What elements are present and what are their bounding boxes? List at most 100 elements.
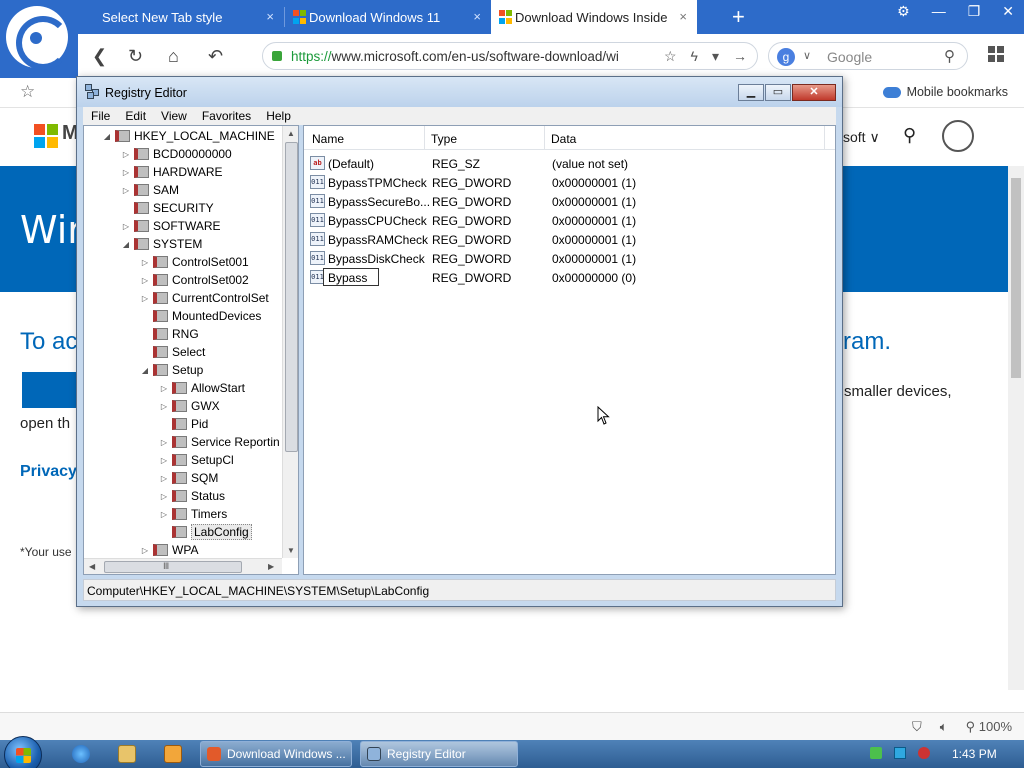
page-action-button[interactable] <box>22 372 82 408</box>
column-type[interactable]: Type <box>431 132 457 146</box>
scroll-down-icon[interactable]: ▼ <box>287 546 295 555</box>
chevron-down-icon[interactable]: ∨ <box>803 49 811 62</box>
browser-logo-icon[interactable] <box>6 6 70 70</box>
speaker-icon[interactable]: 🔈︎ <box>940 719 948 735</box>
network-icon[interactable] <box>870 747 882 759</box>
table-row[interactable]: ab (Default) REG_SZ (value not set) <box>304 154 835 173</box>
microsoft-logo-icon[interactable] <box>34 124 58 148</box>
tree-item[interactable]: ▷ GWX <box>159 397 220 415</box>
lightning-icon[interactable]: ϟ <box>691 48 698 65</box>
star-icon[interactable]: ☆ <box>664 48 677 65</box>
menu-file[interactable]: File <box>83 107 117 125</box>
tab-close-icon[interactable]: × <box>679 9 687 24</box>
internet-explorer-icon[interactable] <box>72 745 90 763</box>
zoom-indicator[interactable]: ⚲ 100% <box>966 719 1012 735</box>
table-row[interactable]: 011 BypassDiskCheck REG_DWORD 0x00000001 (1… <box>304 249 835 268</box>
search-icon[interactable]: ⚲ <box>903 125 916 146</box>
tree-item[interactable]: ▷ HARDWARE <box>121 163 223 181</box>
tree-item[interactable]: ▷ BCD00000000 <box>121 145 232 163</box>
new-tab-button[interactable]: + <box>732 4 745 30</box>
column-name[interactable]: Name <box>312 132 344 146</box>
expander-icon[interactable]: ▷ <box>159 438 169 447</box>
table-row[interactable]: 011 BypassSecureBo... REG_DWORD 0x00000001 … <box>304 192 835 211</box>
search-engine-icon[interactable]: g <box>777 48 795 66</box>
expander-icon[interactable]: ◢ <box>140 366 150 375</box>
table-row[interactable]: 011 BypassCPUCheck REG_DWORD 0x00000001 (1) <box>304 211 835 230</box>
record-icon[interactable] <box>918 747 930 759</box>
tree-item[interactable]: ▷ AllowStart <box>159 379 245 397</box>
go-arrow-icon[interactable]: → <box>733 48 747 65</box>
expander-icon[interactable]: ▷ <box>159 384 169 393</box>
media-player-icon[interactable] <box>164 745 182 763</box>
scroll-left-icon[interactable]: ◀ <box>89 562 95 571</box>
maximize-button[interactable]: ▭ <box>765 84 791 101</box>
address-bar[interactable]: https://www.microsoft.com/en-us/software… <box>262 42 758 70</box>
tree-item[interactable]: ▷ Status <box>159 487 225 505</box>
expander-icon[interactable]: ▷ <box>121 222 131 231</box>
tree-item[interactable]: Select <box>140 343 205 361</box>
bookmark-star-icon[interactable]: ☆ <box>20 82 35 102</box>
url-text[interactable]: https://www.microsoft.com/en-us/software… <box>291 49 651 64</box>
expander-icon[interactable]: ▷ <box>121 186 131 195</box>
home-icon[interactable]: ⌂ <box>168 46 179 67</box>
all-microsoft-menu[interactable]: soft ∨ <box>843 129 880 146</box>
tab-download-windows-insider[interactable]: Download Windows Inside × <box>491 0 697 34</box>
tree-item[interactable]: ◢ Setup <box>140 361 203 379</box>
tree-horizontal-scrollbar[interactable]: ◀ Ⅲ ▶ <box>84 558 282 574</box>
scrollbar-thumb[interactable] <box>1011 178 1021 378</box>
tree-item[interactable]: ▷ WPA <box>140 541 199 559</box>
expander-icon[interactable]: ▷ <box>140 276 150 285</box>
menu-favorites[interactable]: Favorites <box>194 107 258 125</box>
close-button[interactable]: ✕ <box>792 84 836 101</box>
table-row[interactable]: 011 BypassRAMCheck REG_DWORD 0x00000001 (1) <box>304 230 835 249</box>
tab-select-new-tab-style[interactable]: Select New Tab style × <box>78 0 284 34</box>
rename-input[interactable]: Bypass <box>323 268 379 286</box>
expander-icon[interactable]: ▷ <box>159 492 169 501</box>
search-box[interactable]: g ∨ Google ⚲ <box>768 42 968 70</box>
tree-item[interactable]: ◢ HKEY_LOCAL_MACHINE <box>102 127 275 145</box>
tree-item[interactable]: Pid <box>159 415 208 433</box>
tree-item[interactable]: ▷ SQM <box>159 469 218 487</box>
tab-download-windows-11[interactable]: Download Windows 11 × <box>285 0 491 34</box>
tab-close-icon[interactable]: × <box>473 9 481 24</box>
tree-item[interactable]: ▷ SetupCl <box>159 451 234 469</box>
tree-item[interactable]: ▷ SAM <box>121 181 179 199</box>
chevron-down-icon[interactable]: ▾ <box>712 48 719 65</box>
minimize-button[interactable]: ▁ <box>738 84 764 101</box>
taskbar-item-browser[interactable]: Download Windows ... <box>200 741 352 767</box>
undo-close-tab-icon[interactable]: ↶ <box>208 46 223 67</box>
scrollbar-thumb[interactable] <box>285 142 298 452</box>
tree-item[interactable]: ▷ Timers <box>159 505 227 523</box>
mobile-bookmarks-button[interactable]: Mobile bookmarks <box>882 85 1008 99</box>
menu-help[interactable]: Help <box>258 107 298 125</box>
start-button[interactable] <box>4 736 42 768</box>
clock[interactable]: 1:43 PM <box>952 747 997 761</box>
expander-icon[interactable]: ▷ <box>140 258 150 267</box>
tree-item[interactable]: ▷ SOFTWARE <box>121 217 221 235</box>
tree-item[interactable]: ▷ ControlSet002 <box>140 271 249 289</box>
tree-item[interactable]: MountedDevices <box>140 307 261 325</box>
tab-close-icon[interactable]: × <box>266 9 274 24</box>
back-arrow-icon[interactable]: ❮ <box>92 46 107 67</box>
menu-view[interactable]: View <box>153 107 194 125</box>
expander-icon[interactable]: ◢ <box>121 240 131 249</box>
expander-icon[interactable]: ▷ <box>140 294 150 303</box>
scroll-up-icon[interactable]: ▲ <box>287 129 295 138</box>
account-avatar-icon[interactable] <box>942 120 974 152</box>
apps-grid-icon[interactable] <box>988 46 1004 62</box>
restore-button[interactable]: ❐ <box>968 3 981 20</box>
table-row[interactable]: 011 BypassTPMCheck REG_DWORD 0x00000001 (1) <box>304 173 835 192</box>
tree-item[interactable]: LabConfig <box>159 523 252 541</box>
minimize-button[interactable]: — <box>932 3 946 20</box>
tree-item[interactable]: ▷ ControlSet001 <box>140 253 249 271</box>
tree-item[interactable]: ◢ SYSTEM <box>121 235 202 253</box>
registry-values-list[interactable]: Name Type Data ab (Default) REG_SZ (value n… <box>303 125 836 575</box>
registry-key-tree[interactable]: ◢ HKEY_LOCAL_MACHINE ▷ BCD00000000 ▷ HARDWARE… <box>83 125 299 575</box>
taskbar-item-registry-editor[interactable]: Registry Editor <box>360 741 518 767</box>
column-data[interactable]: Data <box>551 132 576 146</box>
privacy-link[interactable]: Privacy <box>20 463 77 481</box>
tree-item[interactable]: SECURITY <box>121 199 214 217</box>
page-scrollbar[interactable] <box>1008 166 1024 690</box>
table-row[interactable]: 011 Bypass REG_DWORD 0x00000000 (0) <box>304 268 835 287</box>
expander-icon[interactable]: ▷ <box>159 474 169 483</box>
